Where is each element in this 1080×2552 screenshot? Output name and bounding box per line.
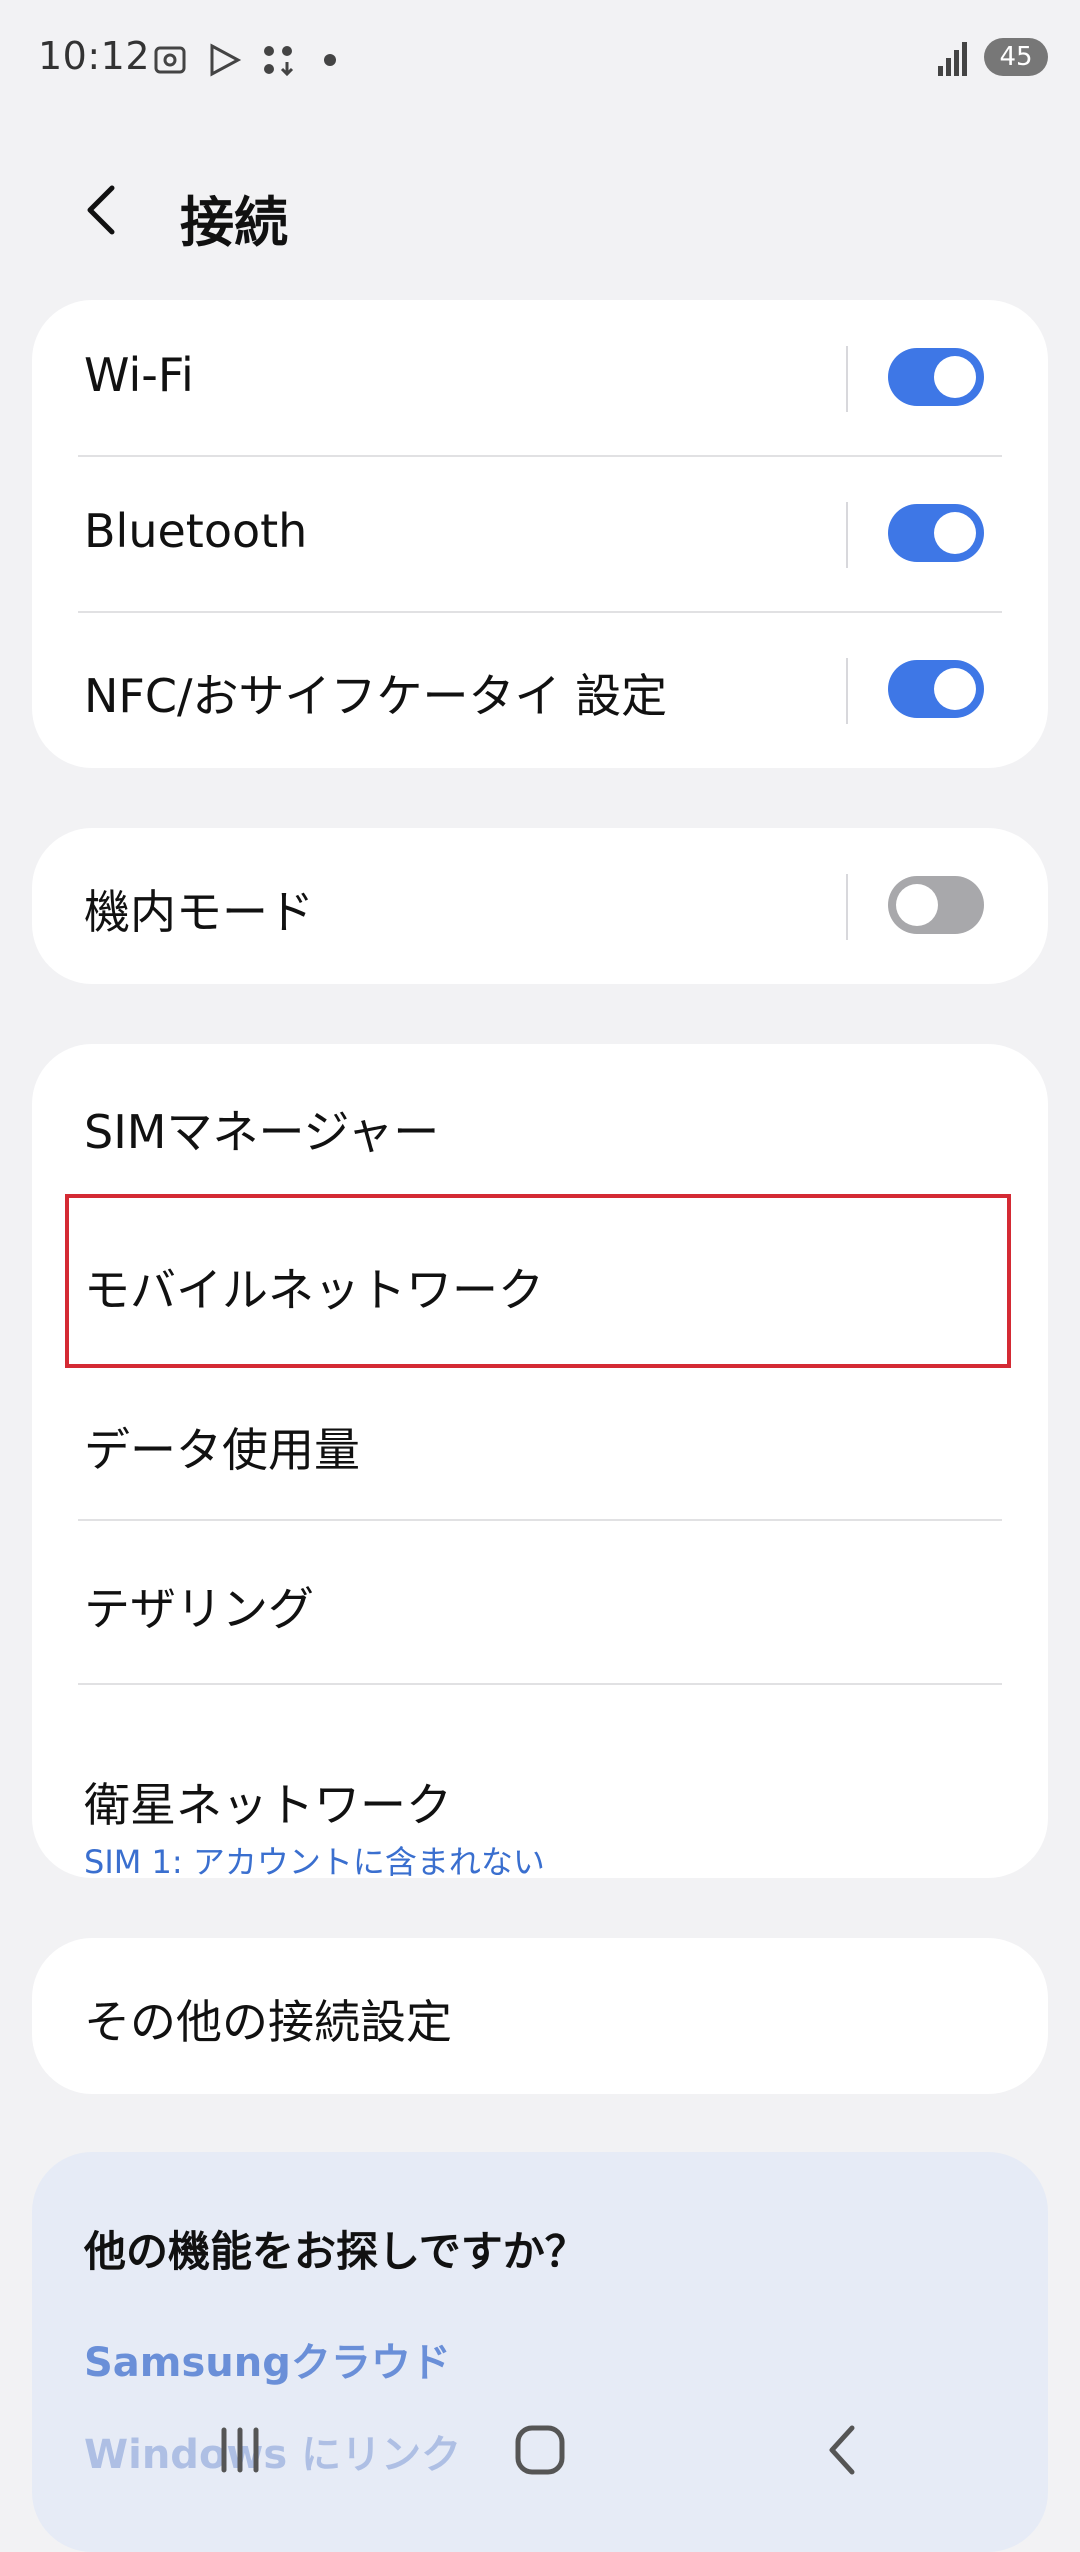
satellite-network-subtitle: SIM 1: アカウントに含まれない [84,1843,545,1878]
home-icon [515,2425,565,2475]
chevron-left-icon [87,185,115,235]
page-title: 接続 [180,191,288,254]
battery-indicator: 45 [984,38,1048,76]
data-usage-label: データ使用量 [84,1423,360,1477]
airplane-row[interactable]: 機内モード [32,828,1048,984]
other-settings-label: その他の接続設定 [84,1995,452,2049]
wifi-toggle[interactable] [888,348,984,406]
other-settings-card: その他の接続設定 [32,1938,1048,2094]
back-nav-button[interactable] [784,2400,904,2500]
other-settings-row[interactable]: その他の接続設定 [32,1938,1048,2094]
network-card: SIMマネージャー モバイルネットワーク データ使用量 テザリング 衛星ネットワ… [32,1044,1048,1878]
more-features-title: 他の機能をお探しですか？ [84,2227,587,2276]
status-bar: 10:12 45 [0,0,1080,120]
status-time: 10:12 [38,34,151,78]
bluetooth-label: Bluetooth [84,504,308,558]
satellite-network-row[interactable]: 衛星ネットワーク SIM 1: アカウントに含まれない [32,1685,1048,1878]
bluetooth-row[interactable]: Bluetooth [32,456,1048,612]
satellite-network-label: 衛星ネットワーク [84,1778,452,1832]
navigation-bar [0,2400,1080,2520]
nfc-label: NFC/おサイフケータイ 設定 [84,669,668,723]
play-store-icon [204,40,244,80]
tethering-row[interactable]: テザリング [32,1521,1048,1683]
screenshot-icon [150,40,190,80]
vertical-separator [846,346,848,412]
data-usage-row[interactable]: データ使用量 [32,1366,1048,1522]
nfc-toggle[interactable] [888,660,984,718]
back-icon [829,2425,855,2475]
wifi-row[interactable]: Wi-Fi [32,300,1048,456]
tethering-label: テザリング [84,1582,314,1636]
connections-card: Wi-Fi Bluetooth NFC/おサイフケータイ 設定 [32,300,1048,768]
samsung-cloud-link[interactable]: Samsungクラウド [84,2330,451,2388]
airplane-toggle[interactable] [888,876,984,934]
app-download-icon [258,40,298,80]
selection-highlight [65,1194,1011,1368]
sim-manager-row[interactable]: SIMマネージャー [32,1044,1048,1204]
sim-manager-label: SIMマネージャー [84,1105,440,1159]
recent-apps-button[interactable] [180,2400,300,2500]
wifi-label: Wi-Fi [84,348,194,402]
airplane-label: 機内モード [84,885,314,939]
vertical-separator [846,658,848,724]
recent-apps-icon [221,2427,259,2473]
airplane-card: 機内モード [32,828,1048,984]
back-button[interactable] [72,180,132,240]
bluetooth-toggle[interactable] [888,504,984,562]
home-button[interactable] [480,2400,600,2500]
vertical-separator [846,502,848,568]
vertical-separator [846,874,848,940]
signal-icon [938,38,972,76]
header: 接続 [0,160,1080,260]
nfc-row[interactable]: NFC/おサイフケータイ 設定 [32,612,1048,768]
status-icons [150,40,336,80]
notification-dot-icon [324,54,336,66]
